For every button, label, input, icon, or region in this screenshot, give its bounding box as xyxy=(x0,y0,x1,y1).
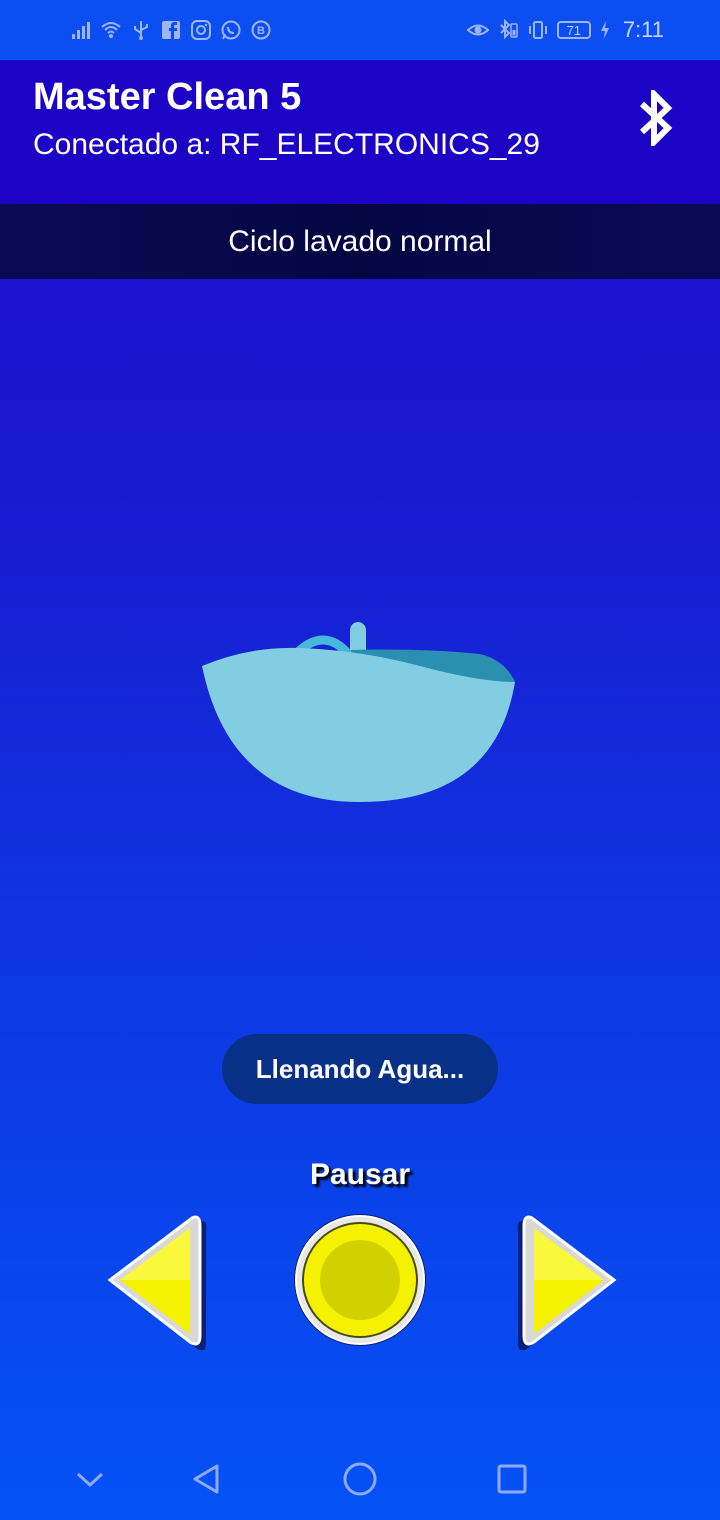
charging-icon xyxy=(599,19,611,41)
arrow-left-icon xyxy=(107,1215,207,1351)
pause-label: Pausar xyxy=(309,1158,411,1191)
status-bar-left: B xyxy=(70,19,272,41)
back-icon xyxy=(193,1464,219,1494)
bluetooth-icon xyxy=(639,90,673,146)
usb-icon xyxy=(130,19,152,41)
b-badge-icon: B xyxy=(250,19,272,41)
status-bar: B 71 7:11 xyxy=(0,0,720,60)
cycle-label: Ciclo lavado normal xyxy=(228,224,492,258)
instagram-icon xyxy=(190,19,212,41)
status-clock: 7:11 xyxy=(622,17,664,42)
status-bar-right: 71 7:11 xyxy=(466,17,664,43)
process-status-badge: Llenando Agua... xyxy=(222,1034,498,1104)
facebook-icon xyxy=(160,19,182,41)
chevron-down-icon xyxy=(76,1472,104,1488)
cycle-header: Ciclo lavado normal xyxy=(0,204,720,279)
battery-icon: 71 xyxy=(556,21,591,39)
previous-button[interactable] xyxy=(104,1210,214,1351)
arrow-right-icon xyxy=(517,1215,617,1351)
eye-icon xyxy=(466,19,489,41)
wifi-icon xyxy=(100,19,122,41)
system-nav-bar xyxy=(0,1440,720,1520)
next-button[interactable] xyxy=(510,1210,620,1351)
water-bowl-icon xyxy=(190,610,530,810)
recents-icon xyxy=(497,1464,527,1494)
app-title: Master Clean 5 xyxy=(33,76,302,118)
nav-recents-button[interactable] xyxy=(487,1454,537,1504)
svg-text:B: B xyxy=(257,25,265,37)
bluetooth-battery-icon xyxy=(497,19,519,41)
nav-back-button[interactable] xyxy=(181,1454,231,1504)
connection-status: Conectado a: RF_ELECTRONICS_29 xyxy=(33,128,540,161)
nav-collapse-button[interactable] xyxy=(65,1454,115,1504)
play-circle-icon xyxy=(294,1214,426,1346)
vibrate-icon xyxy=(527,19,549,41)
home-icon xyxy=(343,1462,377,1496)
play-pause-button[interactable] xyxy=(292,1212,428,1348)
nav-home-button[interactable] xyxy=(335,1454,385,1504)
bluetooth-button[interactable] xyxy=(628,88,684,148)
signal-icon xyxy=(70,19,92,41)
app-bar: Master Clean 5 Conectado a: RF_ELECTRONI… xyxy=(0,60,720,204)
whatsapp-icon xyxy=(220,19,242,41)
process-status-text: Llenando Agua... xyxy=(255,1053,465,1084)
